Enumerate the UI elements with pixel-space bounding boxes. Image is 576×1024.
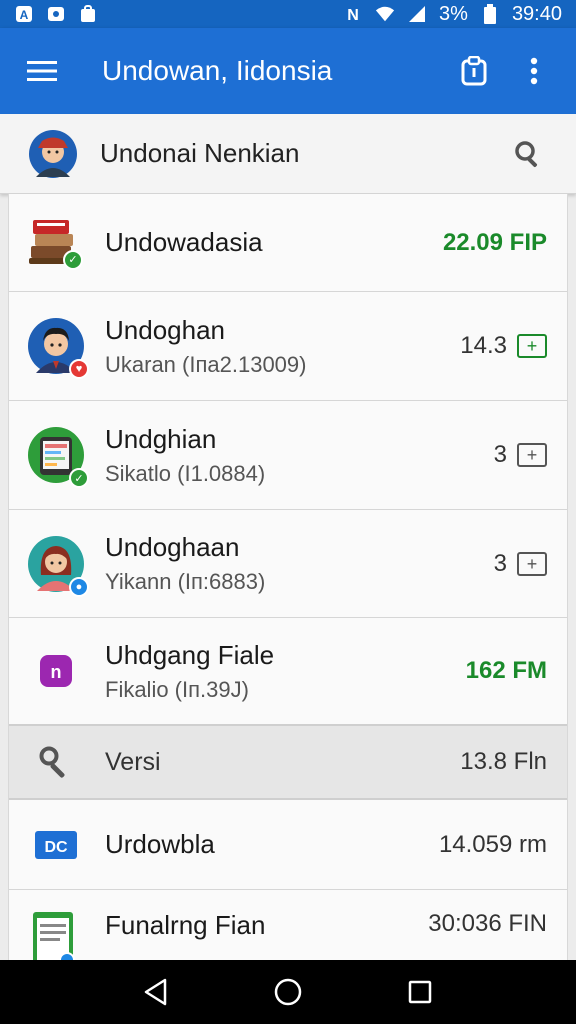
item-text: Uhdgang Fiale Fikalio (Iп.39Ј)	[105, 640, 458, 703]
section-label: Versi	[105, 747, 161, 776]
menu-icon[interactable]	[22, 51, 62, 91]
doc-logo-text: DC	[44, 839, 68, 856]
item-text: Undghian Sikatlo (I1.0884)	[105, 424, 486, 487]
font-a-icon: A	[14, 4, 34, 24]
status-bar: A N 3% 39:40	[0, 0, 576, 28]
add-box-icon[interactable]: +	[517, 551, 547, 576]
battery-text: 3%	[439, 2, 468, 25]
list-item[interactable]: ✓ Undghian Sikatlo (I1.0884) 3 +	[9, 401, 567, 510]
bag-icon	[78, 4, 98, 24]
navigation-bar	[0, 960, 576, 1024]
add-box-icon[interactable]: +	[517, 443, 547, 467]
list-item[interactable]: n Uhdgang Fiale Fikalio (Iп.39Ј) 162 FM	[9, 618, 567, 724]
svg-text:n: n	[51, 662, 62, 682]
list-item[interactable]: ● Undoghaan Yikann (Iп:6883) 3 +	[9, 510, 567, 618]
document-icon	[27, 910, 85, 960]
item-text: Undowadasia	[105, 227, 435, 258]
app-logo-icon: n	[27, 642, 85, 700]
man-avatar-icon: ♥	[27, 317, 89, 379]
signal-icon	[407, 4, 427, 24]
app-title: Undowan, Iidonsia	[102, 55, 333, 86]
account-bar[interactable]: Undonai Nenkian	[0, 114, 576, 194]
more-vert-icon[interactable]	[514, 51, 554, 91]
heart-badge-icon: ♥	[69, 359, 89, 379]
item-value: 3	[493, 441, 507, 468]
item-value: 162 FM	[465, 657, 547, 684]
doc-logo-icon: DC	[27, 816, 85, 874]
clipboard-icon[interactable]	[454, 51, 494, 91]
status-right: N 3% 39:40	[343, 3, 562, 26]
item-subtitle: Ukaran (Iпа2.13009)	[105, 351, 307, 377]
item-text: Undoghan Ukaran (Iпа2.13009)	[105, 315, 452, 378]
clock: 39:40	[511, 2, 562, 25]
list-item[interactable]: ♥ Undoghan Ukaran (Iпа2.13009) 14.3 +	[9, 292, 567, 401]
key-icon	[37, 744, 73, 780]
photo-icon	[46, 4, 66, 24]
books-icon: ✓	[27, 214, 85, 272]
add-box-icon[interactable]: +	[517, 334, 547, 358]
item-title: Urdowbla	[105, 829, 215, 859]
list-item[interactable]: ✓ Undowadasia 22.09 FIP	[9, 194, 567, 292]
check-badge-icon: ✓	[69, 468, 89, 488]
item-subtitle: Yikann (Iп:6883)	[105, 569, 266, 594]
svg-text:N: N	[347, 7, 359, 24]
item-text: Urdowbla	[105, 829, 431, 860]
item-title: Undoghaan	[105, 532, 240, 562]
svg-text:A: A	[20, 8, 29, 22]
item-value: 3	[493, 549, 507, 577]
item-title: Undoghan	[105, 314, 225, 345]
item-text: Undoghaan Yikann (Iп:6883)	[105, 532, 486, 595]
check-badge-icon: ✓	[63, 249, 83, 270]
item-subtitle: Sikatlo (I1.0884)	[105, 460, 266, 486]
item-title: Undowadasia	[105, 227, 263, 257]
battery-icon	[480, 4, 500, 24]
status-left: A	[14, 4, 98, 24]
list-item[interactable]: DC Urdowbla 14.059 rm	[9, 800, 567, 890]
item-value: 30:036 FIN	[428, 910, 547, 937]
item-title: Uhdgang Fiale	[105, 639, 275, 670]
item-list: ✓ Undowadasia 22.09 FIP ♥ Undoghan Ukara…	[8, 194, 568, 960]
item-title: Funalrng Fian	[105, 910, 266, 940]
item-title: Undghian	[105, 423, 217, 454]
home-icon[interactable]	[268, 972, 308, 1012]
search-icon[interactable]	[508, 134, 548, 174]
item-value: 22.09 FIP	[442, 228, 547, 256]
blue-badge-icon: ●	[69, 576, 89, 597]
woman-avatar-icon: ●	[27, 535, 89, 597]
section-value: 13.8 Fln	[460, 748, 547, 775]
app-bar: Undowan, Iidonsia	[0, 28, 576, 114]
phone-app-icon: ✓	[27, 426, 89, 488]
item-text: Funalrng Fian	[105, 910, 420, 941]
account-avatar	[28, 129, 78, 179]
version-section[interactable]: Versi 13.8 Fln	[9, 724, 567, 800]
recents-icon[interactable]	[400, 972, 440, 1012]
back-icon[interactable]	[136, 972, 176, 1012]
item-value: 14.059 rm	[438, 830, 547, 858]
list-item[interactable]: Funalrng Fian 30:036 FIN	[9, 890, 567, 960]
item-subtitle: Fikalio (Iп.39Ј)	[105, 676, 249, 702]
nfc-icon: N	[343, 4, 363, 24]
account-name: Undonai Nenkian	[100, 138, 300, 168]
item-value: 14.3	[460, 332, 507, 359]
wifi-icon	[375, 4, 395, 24]
